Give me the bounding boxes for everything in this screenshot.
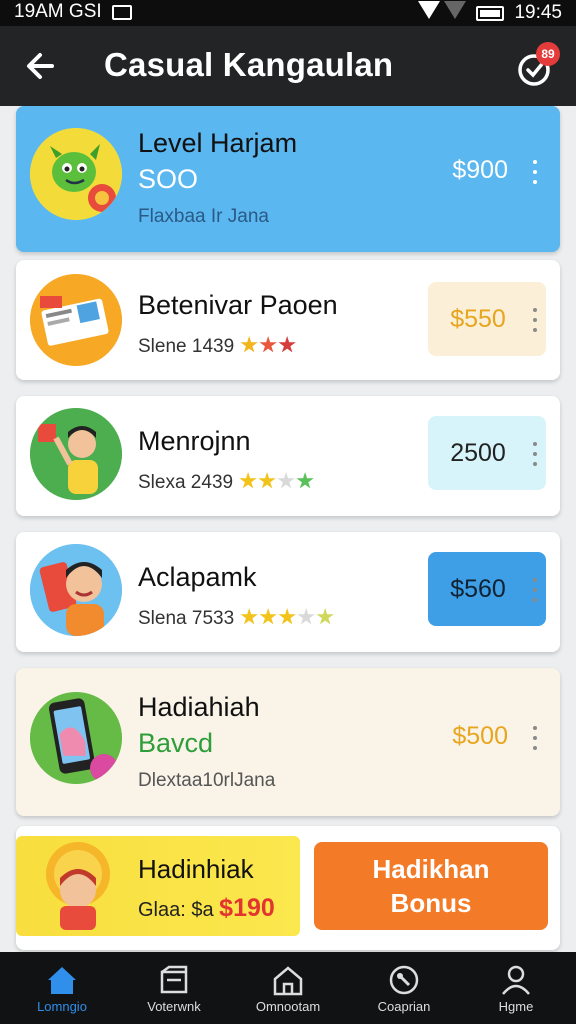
star-icon bbox=[239, 472, 257, 489]
rating-stars bbox=[240, 336, 296, 354]
more-options-button[interactable] bbox=[532, 578, 538, 606]
compass-icon bbox=[389, 965, 419, 995]
nav-item-box[interactable]: Voterwnk bbox=[124, 952, 224, 1024]
card-title: Menrojnn bbox=[138, 426, 251, 456]
nav-item-compass[interactable]: Coaprian bbox=[354, 952, 454, 1024]
card-title: Aclapamk bbox=[138, 562, 257, 592]
person-icon bbox=[502, 965, 530, 995]
bonus-button-line2: Bonus bbox=[390, 888, 472, 918]
card-meta-text: Slene 1439 bbox=[138, 336, 235, 357]
bottom-nav: Lomngio Voterwnk Omnootam Coaprian Hgme bbox=[0, 952, 576, 1024]
signal-icon bbox=[444, 1, 467, 25]
bonus-card: Hadinhiak Glaa: $a $190 Hadikhan Bonus bbox=[16, 826, 560, 950]
star-icon bbox=[277, 472, 295, 489]
status-time: 19:45 bbox=[514, 2, 562, 23]
card-meta-text: Slexa 2439 bbox=[138, 472, 234, 493]
card-meta: Dlextaa10rlJana bbox=[138, 770, 276, 791]
price-label: $900 bbox=[452, 156, 508, 184]
nav-item-profile[interactable]: Hgme bbox=[466, 952, 566, 1024]
price-button[interactable]: $560 bbox=[428, 552, 546, 626]
bonus-amount: $190 bbox=[219, 894, 275, 922]
avatar bbox=[30, 128, 122, 220]
bonus-button-line1: Hadikhan bbox=[372, 854, 490, 884]
star-icon bbox=[278, 608, 296, 625]
nav-label: Hgme bbox=[498, 999, 534, 1014]
back-button[interactable] bbox=[22, 46, 62, 86]
bonus-button[interactable]: Hadikhan Bonus bbox=[314, 842, 548, 930]
price-button[interactable]: 2500 bbox=[428, 416, 546, 490]
star-icon bbox=[259, 336, 277, 353]
box-icon bbox=[160, 965, 188, 994]
star-icon bbox=[297, 608, 315, 625]
status-bar: 19AM GSI 19:45 bbox=[0, 0, 576, 26]
more-options-button[interactable] bbox=[532, 726, 538, 754]
avatar bbox=[30, 408, 122, 500]
price-label: $500 bbox=[452, 722, 508, 750]
price-button[interactable]: $550 bbox=[428, 282, 546, 356]
nav-label: Voterwnk bbox=[147, 999, 201, 1014]
bonus-panel[interactable]: Hadinhiak Glaa: $a $190 bbox=[16, 836, 300, 936]
star-icon bbox=[316, 608, 334, 625]
list-item[interactable]: Level Harjam SOO Flaxbaa Ir Jana $900 bbox=[16, 106, 560, 252]
notification-badge: 89 bbox=[536, 42, 560, 66]
more-options-button[interactable] bbox=[532, 308, 538, 336]
avatar bbox=[30, 692, 122, 784]
bonus-meta-label: Glaa: $a bbox=[138, 899, 214, 921]
avatar bbox=[36, 840, 120, 932]
status-left-text: 19AM GSI bbox=[14, 1, 102, 22]
wifi-icon bbox=[418, 1, 441, 25]
message-icon bbox=[111, 4, 132, 20]
star-icon bbox=[278, 336, 296, 353]
app-header: Casual Kangaulan 89 bbox=[0, 26, 576, 106]
card-subtitle: Bavcd bbox=[138, 728, 214, 758]
arrow-left-icon bbox=[27, 53, 54, 79]
more-options-button[interactable] bbox=[532, 160, 538, 188]
nav-item-house[interactable]: Omnootam bbox=[238, 952, 338, 1024]
card-meta: Slexa 2439 bbox=[138, 472, 314, 494]
star-icon bbox=[240, 608, 258, 625]
page-title: Casual Kangaulan bbox=[104, 46, 394, 83]
star-icon bbox=[296, 472, 314, 489]
card-subtitle: SOO bbox=[138, 164, 199, 194]
list-item[interactable]: Aclapamk Slena 7533 $560 bbox=[16, 532, 560, 652]
avatar bbox=[30, 544, 122, 636]
card-title: Betenivar Paoen bbox=[138, 290, 338, 320]
nav-label: Lomngio bbox=[37, 999, 87, 1014]
list-item[interactable]: Hadiahiah Bavcd Dlextaa10rlJana $500 bbox=[16, 668, 560, 816]
home-icon bbox=[48, 967, 76, 994]
rating-stars bbox=[239, 472, 314, 490]
bonus-title: Hadinhiak bbox=[138, 854, 254, 884]
card-meta: Slena 7533 bbox=[138, 608, 334, 630]
rating-stars bbox=[240, 608, 334, 626]
card-title: Level Harjam bbox=[138, 128, 298, 158]
card-meta: Flaxbaa Ir Jana bbox=[138, 206, 269, 227]
star-icon bbox=[240, 336, 258, 353]
more-options-button[interactable] bbox=[532, 442, 538, 470]
battery-icon bbox=[476, 5, 505, 21]
card-meta: Slene 1439 bbox=[138, 336, 296, 358]
nav-item-home[interactable]: Lomngio bbox=[12, 952, 112, 1024]
nav-label: Omnootam bbox=[255, 999, 321, 1014]
price-label: $550 bbox=[450, 305, 506, 333]
card-meta-text: Slena 7533 bbox=[138, 608, 235, 629]
list-item[interactable]: Betenivar Paoen Slene 1439 $550 bbox=[16, 260, 560, 380]
star-icon bbox=[259, 608, 277, 625]
star-icon bbox=[258, 472, 276, 489]
list-item[interactable]: Menrojnn Slexa 2439 2500 bbox=[16, 396, 560, 516]
bonus-meta: Glaa: $a $190 bbox=[138, 894, 275, 923]
nav-label: Coaprian bbox=[377, 999, 431, 1014]
price-label: 2500 bbox=[450, 439, 506, 467]
card-title: Hadiahiah bbox=[138, 692, 260, 722]
price-label: $560 bbox=[450, 575, 506, 603]
avatar bbox=[30, 274, 122, 366]
house-icon bbox=[273, 966, 303, 996]
